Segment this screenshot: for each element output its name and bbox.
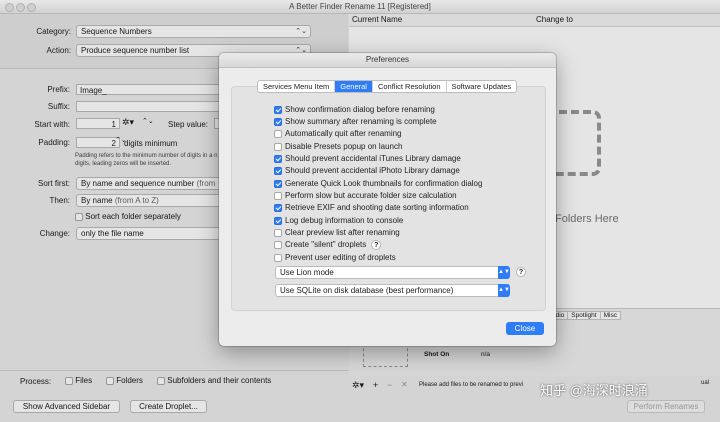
pref-option-checkbox[interactable] (274, 179, 282, 188)
pref-option-checkbox[interactable] (274, 240, 282, 249)
tab-general[interactable]: General (334, 81, 372, 92)
pref-option-checkbox[interactable] (274, 203, 282, 212)
window-title: A Better Finder Rename 11 [Registered] (289, 2, 431, 11)
dialog-title: Preferences (219, 53, 556, 68)
pref-option-label: Perform slow but accurate folder size ca… (285, 191, 457, 200)
pref-option-row[interactable]: Should prevent accidental iTunes Library… (274, 153, 461, 165)
database-select[interactable]: Use SQLite on disk database (best perfor… (275, 284, 510, 297)
chevron-updown-icon: ▲▼ (498, 284, 510, 297)
tab-software-updates[interactable]: Software Updates (445, 81, 517, 92)
pref-option-label: Disable Presets popup on launch (285, 142, 403, 151)
pref-option-checkbox[interactable] (274, 142, 282, 151)
help-icon[interactable]: ? (516, 267, 526, 277)
pref-option-checkbox[interactable] (274, 105, 282, 114)
tab-services-menu-item[interactable]: Services Menu Item (258, 81, 334, 92)
pref-option-label: Create "silent" droplets (285, 240, 367, 249)
pref-option-row[interactable]: Show summary after renaming is complete (274, 116, 437, 128)
pref-option-checkbox[interactable] (274, 228, 282, 237)
pref-option-checkbox[interactable] (274, 129, 282, 138)
window-titlebar: A Better Finder Rename 11 [Registered] (0, 0, 720, 14)
help-icon[interactable]: ? (371, 239, 382, 250)
pref-option-row[interactable]: Log debug information to console (274, 215, 403, 227)
pref-option-checkbox[interactable] (274, 191, 282, 200)
pref-option-label: Automatically quit after renaming (285, 129, 402, 138)
pref-option-row[interactable]: Automatically quit after renaming (274, 128, 402, 140)
prefs-tabs: Services Menu Item General Conflict Reso… (257, 80, 518, 93)
pref-option-label: Clear preview list after renaming (285, 228, 400, 237)
close-window-icon[interactable] (5, 3, 14, 12)
pref-option-row[interactable]: Should prevent accidental iPhoto Library… (274, 165, 460, 177)
pref-option-checkbox[interactable] (274, 166, 282, 175)
pref-option-label: Should prevent accidental iTunes Library… (285, 154, 461, 163)
pref-option-row[interactable]: Prevent user editing of droplets (274, 252, 396, 264)
minimize-window-icon[interactable] (16, 3, 25, 12)
pref-option-checkbox[interactable] (274, 154, 282, 163)
watermark: 知乎 @海深时浪涌 (540, 383, 648, 398)
pref-option-checkbox[interactable] (274, 253, 282, 262)
pref-option-label: Retrieve EXIF and shooting date sorting … (285, 203, 469, 212)
pref-option-row[interactable]: Retrieve EXIF and shooting date sorting … (274, 202, 469, 214)
pref-option-label: Generate Quick Look thumbnails for confi… (285, 179, 483, 188)
zoom-window-icon[interactable] (27, 3, 36, 12)
chevron-updown-icon: ▲▼ (498, 266, 510, 279)
pref-option-row[interactable]: Clear preview list after renaming (274, 227, 400, 239)
pref-option-label: Show confirmation dialog before renaming (285, 105, 435, 114)
pref-option-row[interactable]: Generate Quick Look thumbnails for confi… (274, 178, 482, 190)
pref-option-row[interactable]: Create "silent" droplets? (274, 239, 382, 251)
pref-option-checkbox[interactable] (274, 216, 282, 225)
preferences-dialog: Preferences Services Menu Item General C… (219, 53, 556, 346)
pref-option-row[interactable]: Show confirmation dialog before renaming (274, 104, 435, 116)
pref-option-label: Should prevent accidental iPhoto Library… (285, 166, 460, 175)
pref-option-label: Prevent user editing of droplets (285, 253, 396, 262)
pref-option-row[interactable]: Disable Presets popup on launch (274, 141, 402, 153)
mode-select-value: Use Lion mode (280, 268, 334, 277)
pref-option-label: Log debug information to console (285, 216, 404, 225)
pref-option-checkbox[interactable] (274, 117, 282, 126)
tab-conflict-resolution[interactable]: Conflict Resolution (371, 81, 446, 92)
pref-option-row[interactable]: Perform slow but accurate folder size ca… (274, 190, 457, 202)
mode-select[interactable]: Use Lion mode ▲▼ (275, 266, 510, 279)
database-select-value: Use SQLite on disk database (best perfor… (280, 286, 454, 295)
close-button[interactable]: Close (506, 322, 544, 335)
pref-option-label: Show summary after renaming is complete (285, 117, 437, 126)
